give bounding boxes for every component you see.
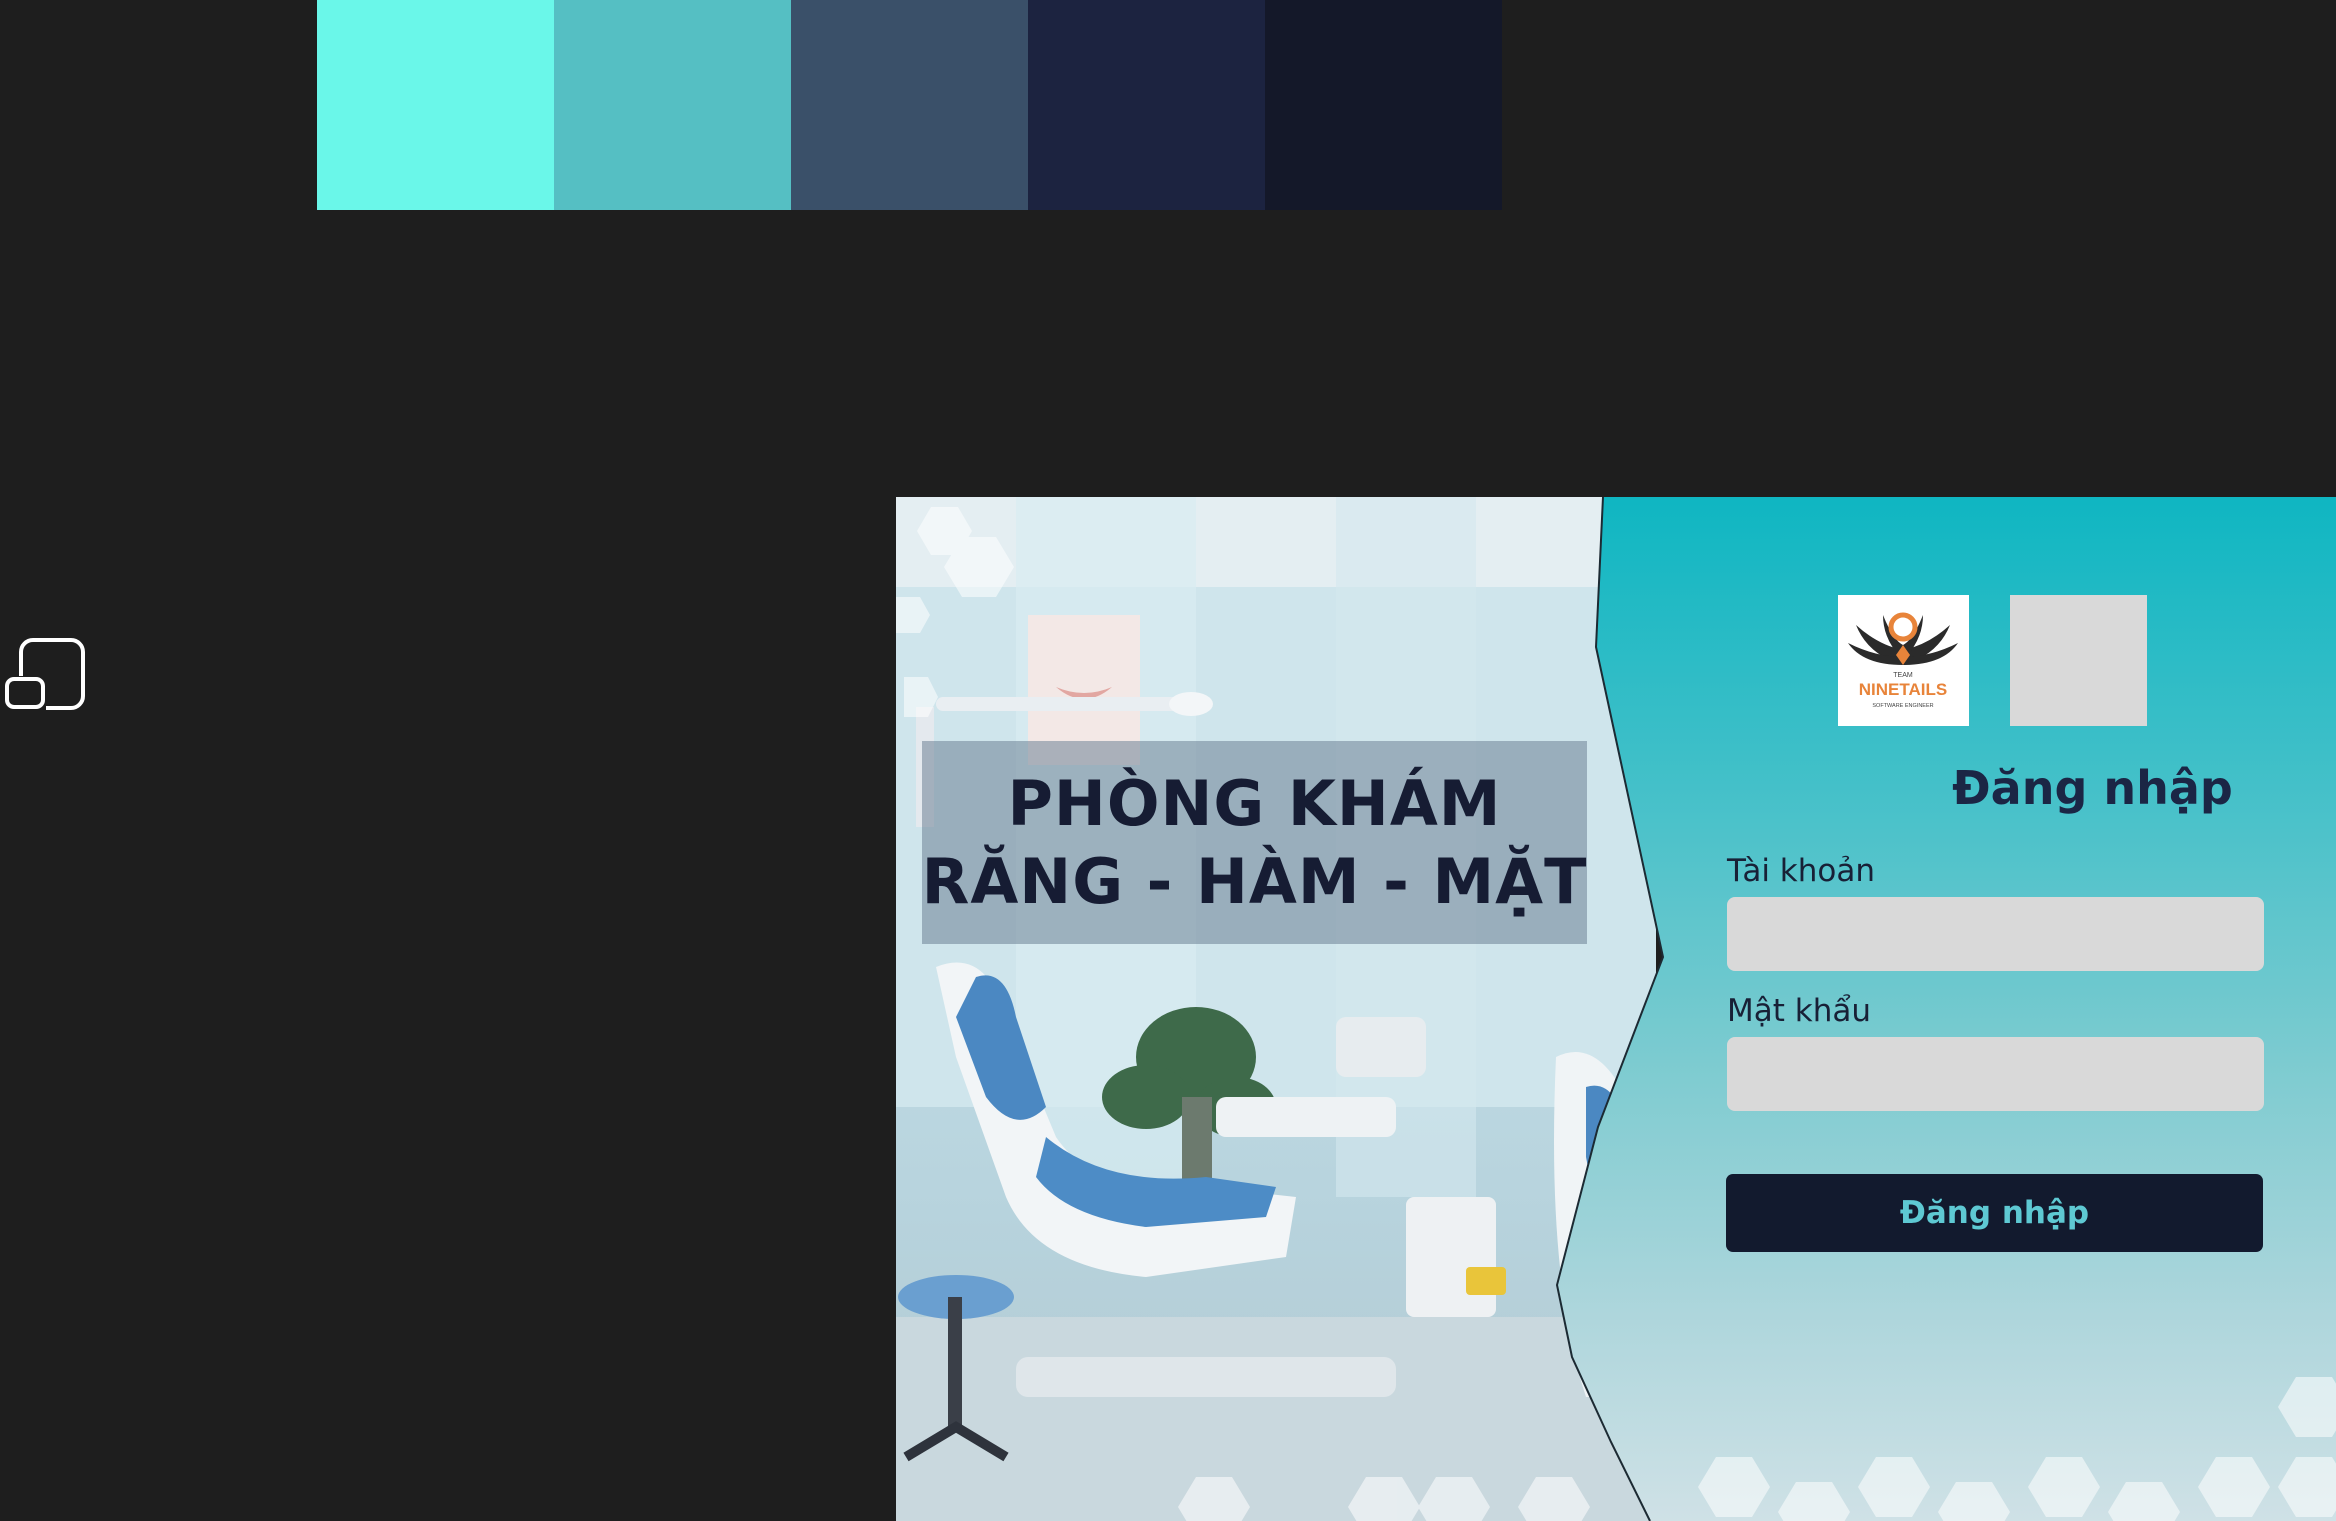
resize-frame-icon[interactable]: [4, 636, 86, 712]
password-label: Mật khẩu: [1727, 993, 1871, 1029]
swatch-navy: [1028, 0, 1265, 210]
logo-team-text: TEAM: [1893, 672, 1913, 679]
clinic-title-line-1: PHÒNG KHÁM: [1007, 766, 1502, 840]
image-placeholder: [2010, 595, 2147, 726]
username-label: Tài khoản: [1727, 853, 1875, 889]
logo-brand-text: NINETAILS: [1859, 680, 1947, 699]
login-frame: PHÒNG KHÁM RĂNG - HÀM - MẶT TEAM NINETAI…: [896, 497, 2336, 1521]
swatch-aqua: [317, 0, 554, 210]
login-button[interactable]: Đăng nhập: [1726, 1174, 2263, 1252]
dental-clinic-photo: PHÒNG KHÁM RĂNG - HÀM - MẶT: [896, 497, 1656, 1521]
password-input[interactable]: [1727, 1037, 2264, 1111]
color-palette: [317, 0, 1502, 210]
ninetails-logo: TEAM NINETAILS SOFTWARE ENGINEER: [1838, 595, 1969, 726]
swatch-teal: [554, 0, 791, 210]
clinic-title-line-2: RĂNG - HÀM - MẶT: [921, 844, 1588, 918]
username-input[interactable]: [1727, 897, 2264, 971]
swatch-midnight: [1265, 0, 1502, 210]
logo-subtitle-text: SOFTWARE ENGINEER: [1872, 703, 1933, 709]
clinic-title-banner: PHÒNG KHÁM RĂNG - HÀM - MẶT: [922, 741, 1587, 944]
swatch-slate: [791, 0, 1028, 210]
login-heading: Đăng nhập: [1952, 761, 2233, 815]
